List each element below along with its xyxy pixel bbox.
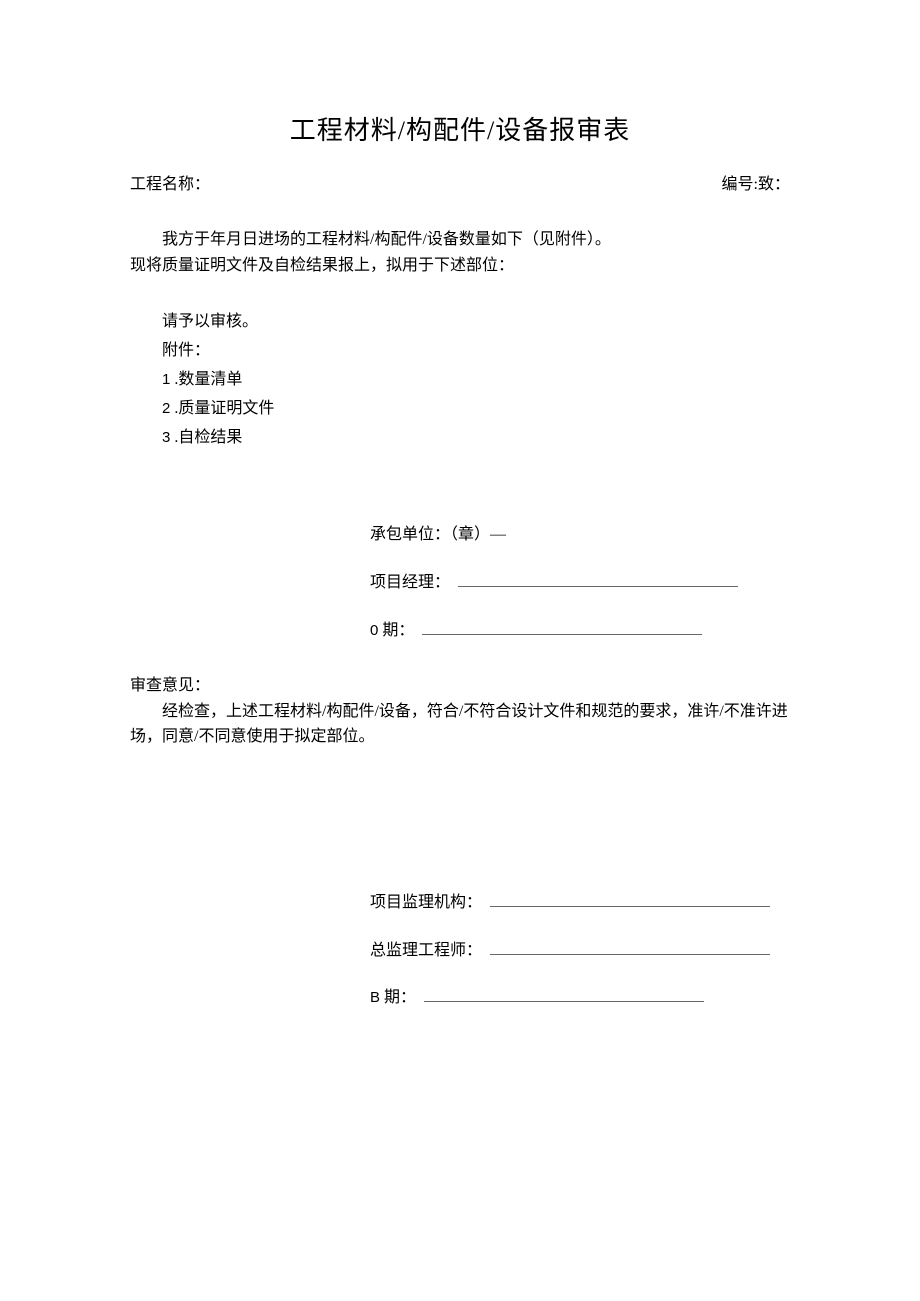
project-name-label: 工程名称： (130, 172, 210, 198)
body-line-1: 我方于年月日进场的工程材料/构配件/设备数量如下（见附件）。 (130, 227, 790, 253)
item-text: .数量清单 (170, 371, 242, 388)
review-request: 请予以审核。 (162, 308, 790, 337)
eng-label: 总监理工程师： (370, 938, 482, 964)
attachment-label: 附件： (162, 337, 790, 366)
org-label: 项目监理机构： (370, 890, 482, 916)
contractor-line: 承包单位：（章）— (370, 522, 790, 548)
chief-engineer-line: 总监理工程师： (370, 938, 790, 964)
date-line-2: B 期： (370, 985, 790, 1011)
attachment-section: 请予以审核。 附件： 1 .数量清单 2 .质量证明文件 3 .自检结果 (130, 308, 790, 452)
supervisor-signature-block: 项目监理机构： 总监理工程师： B 期： (130, 890, 790, 1011)
opinion-section: 审查意见： 经检查，上述工程材料/构配件/设备，符合/不符合设计文件和规范的要求… (130, 673, 790, 750)
opinion-text: 经检查，上述工程材料/构配件/设备，符合/不符合设计文件和规范的要求，准许/不准… (130, 699, 790, 750)
contractor-label: 承包单位：（章）— (370, 522, 506, 548)
date-label-1: 0 期： (370, 618, 414, 644)
item-text: .质量证明文件 (170, 400, 274, 417)
project-manager-line: 项目经理： (370, 570, 790, 596)
opinion-heading: 审查意见： (130, 673, 790, 699)
attachment-item: 1 .数量清单 (162, 366, 790, 395)
supervision-org-line: 项目监理机构： (370, 890, 790, 916)
org-underline (490, 891, 770, 907)
date-line-1: 0 期： (370, 618, 790, 644)
header-row: 工程名称： 编号:致： (130, 172, 790, 198)
attachment-item: 3 .自检结果 (162, 424, 790, 453)
serial-label: 编号:致： (722, 172, 790, 198)
date-label-2: B 期： (370, 985, 416, 1011)
document-title: 工程材料/构配件/设备报审表 (130, 110, 790, 152)
contractor-signature-block: 承包单位：（章）— 项目经理： 0 期： (130, 522, 790, 643)
date-underline-2 (424, 986, 704, 1002)
item-text: .自检结果 (170, 429, 242, 446)
body-line-2: 现将质量证明文件及自检结果报上，拟用于下述部位： (130, 253, 790, 279)
pm-label: 项目经理： (370, 570, 450, 596)
date-underline-1 (422, 619, 702, 635)
attachment-item: 2 .质量证明文件 (162, 395, 790, 424)
eng-underline (490, 939, 770, 955)
body-text: 我方于年月日进场的工程材料/构配件/设备数量如下（见附件）。 现将质量证明文件及… (130, 227, 790, 278)
pm-underline (458, 571, 738, 587)
